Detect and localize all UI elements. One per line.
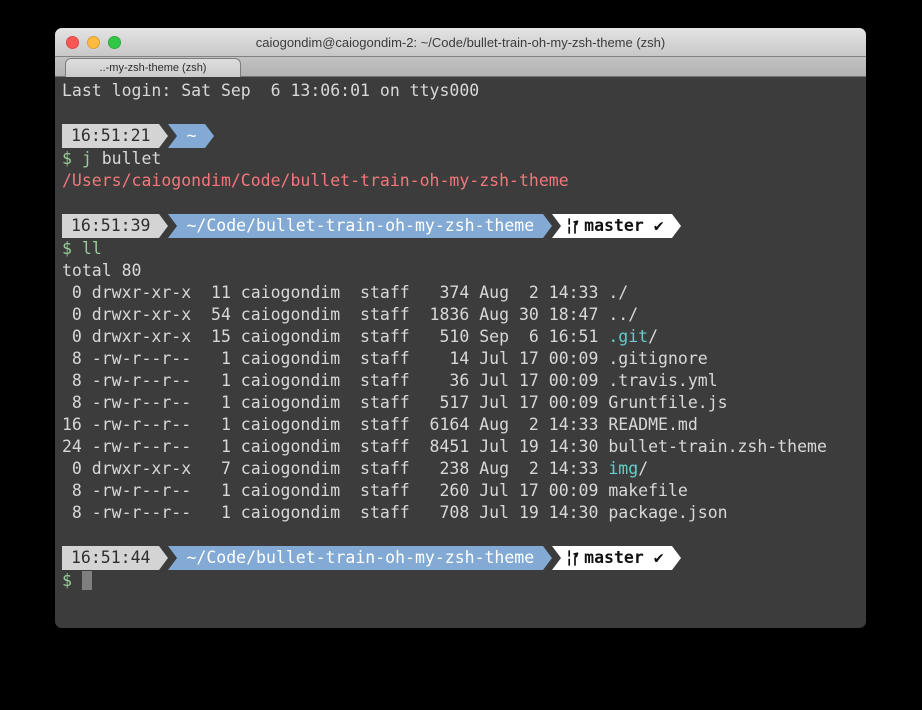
terminal-text: $ xyxy=(62,571,82,590)
terminal-line: 0 drwxr-xr-x 54 caiogondim staff 1836 Au… xyxy=(62,304,866,326)
terminal-text: bullet xyxy=(92,149,162,168)
terminal-text: 0 drwxr-xr-x 54 caiogondim staff 1836 Au… xyxy=(62,305,638,324)
powerline-separator-icon xyxy=(205,124,214,148)
powerline-separator-icon xyxy=(159,124,168,148)
terminal-text: total 80 xyxy=(62,261,141,280)
terminal-line: 0 drwxr-xr-x 7 caiogondim staff 238 Aug … xyxy=(62,458,866,480)
terminal-text: .git xyxy=(608,327,648,346)
terminal-line: 0 drwxr-xr-x 11 caiogondim staff 374 Aug… xyxy=(62,282,866,304)
prompt-path-segment: ~ xyxy=(177,124,205,148)
terminal-text: 8 -rw-r--r-- 1 caiogondim staff 36 Jul 1… xyxy=(62,371,718,390)
prompt-git-segment: master ✔ xyxy=(561,546,671,570)
terminal-line: 8 -rw-r--r-- 1 caiogondim staff 708 Jul … xyxy=(62,502,866,524)
terminal-line: total 80 xyxy=(62,260,866,282)
powerline-separator-icon xyxy=(168,124,177,148)
minimize-button[interactable] xyxy=(87,36,100,49)
git-branch-label: master ✔ xyxy=(584,546,663,570)
terminal-line: 24 -rw-r--r-- 1 caiogondim staff 8451 Ju… xyxy=(62,436,866,458)
terminal-text: 8 -rw-r--r-- 1 caiogondim staff 260 Jul … xyxy=(62,481,688,500)
powerline-separator-icon xyxy=(672,546,681,570)
powerline-separator-icon xyxy=(159,214,168,238)
prompt-line: 16:51:21 ~ xyxy=(62,124,866,148)
terminal-text: Last login: Sat Sep 6 13:06:01 on ttys00… xyxy=(62,81,479,100)
terminal-line: 8 -rw-r--r-- 1 caiogondim staff 517 Jul … xyxy=(62,392,866,414)
close-button[interactable] xyxy=(66,36,79,49)
terminal-window: caiogondim@caiogondim-2: ~/Code/bullet-t… xyxy=(55,28,866,628)
prompt-path-segment: ~/Code/bullet-train-oh-my-zsh-theme xyxy=(177,214,543,238)
prompt-line: 16:51:44 ~/Code/bullet-train-oh-my-zsh-th… xyxy=(62,546,866,570)
powerline-separator-icon xyxy=(543,214,552,238)
terminal-text: 16 -rw-r--r-- 1 caiogondim staff 6164 Au… xyxy=(62,415,698,434)
prompt-time-segment: 16:51:21 xyxy=(62,124,159,148)
terminal-line: $ j bullet xyxy=(62,148,866,170)
terminal-line: $ xyxy=(62,570,866,592)
terminal-cursor xyxy=(82,571,92,590)
terminal-text: 0 drwxr-xr-x 11 caiogondim staff 374 Aug… xyxy=(62,283,628,302)
terminal-text: / xyxy=(638,459,648,478)
git-branch-label: master ✔ xyxy=(584,214,663,238)
terminal-text: 24 -rw-r--r-- 1 caiogondim staff 8451 Ju… xyxy=(62,437,827,456)
terminal-line: 8 -rw-r--r-- 1 caiogondim staff 36 Jul 1… xyxy=(62,370,866,392)
zoom-button[interactable] xyxy=(108,36,121,49)
powerline-separator-icon xyxy=(159,546,168,570)
powerline-separator-icon xyxy=(543,546,552,570)
terminal-line: /Users/caiogondim/Code/bullet-train-oh-m… xyxy=(62,170,866,192)
terminal-line: 0 drwxr-xr-x 15 caiogondim staff 510 Sep… xyxy=(62,326,866,348)
powerline-separator-icon xyxy=(168,214,177,238)
prompt-time-segment: 16:51:44 xyxy=(62,546,159,570)
tab-bar: ..-my-zsh-theme (zsh) xyxy=(55,57,866,77)
window-titlebar[interactable]: caiogondim@caiogondim-2: ~/Code/bullet-t… xyxy=(55,28,866,57)
prompt-line: 16:51:39 ~/Code/bullet-train-oh-my-zsh-th… xyxy=(62,214,866,238)
terminal-text: 8 -rw-r--r-- 1 caiogondim staff 517 Jul … xyxy=(62,393,728,412)
window-title: caiogondim@caiogondim-2: ~/Code/bullet-t… xyxy=(55,35,866,50)
terminal-line: $ ll xyxy=(62,238,866,260)
terminal-line: Last login: Sat Sep 6 13:06:01 on ttys00… xyxy=(62,80,866,102)
terminal-line: 16 -rw-r--r-- 1 caiogondim staff 6164 Au… xyxy=(62,414,866,436)
terminal-text: 8 -rw-r--r-- 1 caiogondim staff 708 Jul … xyxy=(62,503,728,522)
powerline-separator-icon xyxy=(552,546,561,570)
terminal-text: 8 -rw-r--r-- 1 caiogondim staff 14 Jul 1… xyxy=(62,349,708,368)
terminal-text: $ j xyxy=(62,149,92,168)
terminal-screen[interactable]: Last login: Sat Sep 6 13:06:01 on ttys00… xyxy=(55,77,866,628)
powerline-separator-icon xyxy=(672,214,681,238)
prompt-time-segment: 16:51:39 xyxy=(62,214,159,238)
terminal-text: 0 drwxr-xr-x 15 caiogondim staff 510 Sep… xyxy=(62,327,608,346)
prompt-git-segment: master ✔ xyxy=(561,214,671,238)
prompt-path-segment: ~/Code/bullet-train-oh-my-zsh-theme xyxy=(177,546,543,570)
tab-active[interactable]: ..-my-zsh-theme (zsh) xyxy=(65,58,241,77)
terminal-text: /Users/caiogondim/Code/bullet-train-oh-m… xyxy=(62,171,569,190)
terminal-line: 8 -rw-r--r-- 1 caiogondim staff 260 Jul … xyxy=(62,480,866,502)
powerline-separator-icon xyxy=(168,546,177,570)
tab-label: ..-my-zsh-theme (zsh) xyxy=(100,62,207,74)
terminal-text: / xyxy=(648,327,658,346)
git-branch-icon xyxy=(566,217,579,235)
terminal-text: $ ll xyxy=(62,239,102,258)
terminal-blank-line xyxy=(62,192,866,214)
terminal-line: 8 -rw-r--r-- 1 caiogondim staff 14 Jul 1… xyxy=(62,348,866,370)
powerline-separator-icon xyxy=(552,214,561,238)
traffic-lights xyxy=(66,28,121,56)
git-branch-icon xyxy=(566,549,579,567)
terminal-text: img xyxy=(608,459,638,478)
terminal-blank-line xyxy=(62,524,866,546)
terminal-blank-line xyxy=(62,102,866,124)
terminal-text: 0 drwxr-xr-x 7 caiogondim staff 238 Aug … xyxy=(62,459,608,478)
